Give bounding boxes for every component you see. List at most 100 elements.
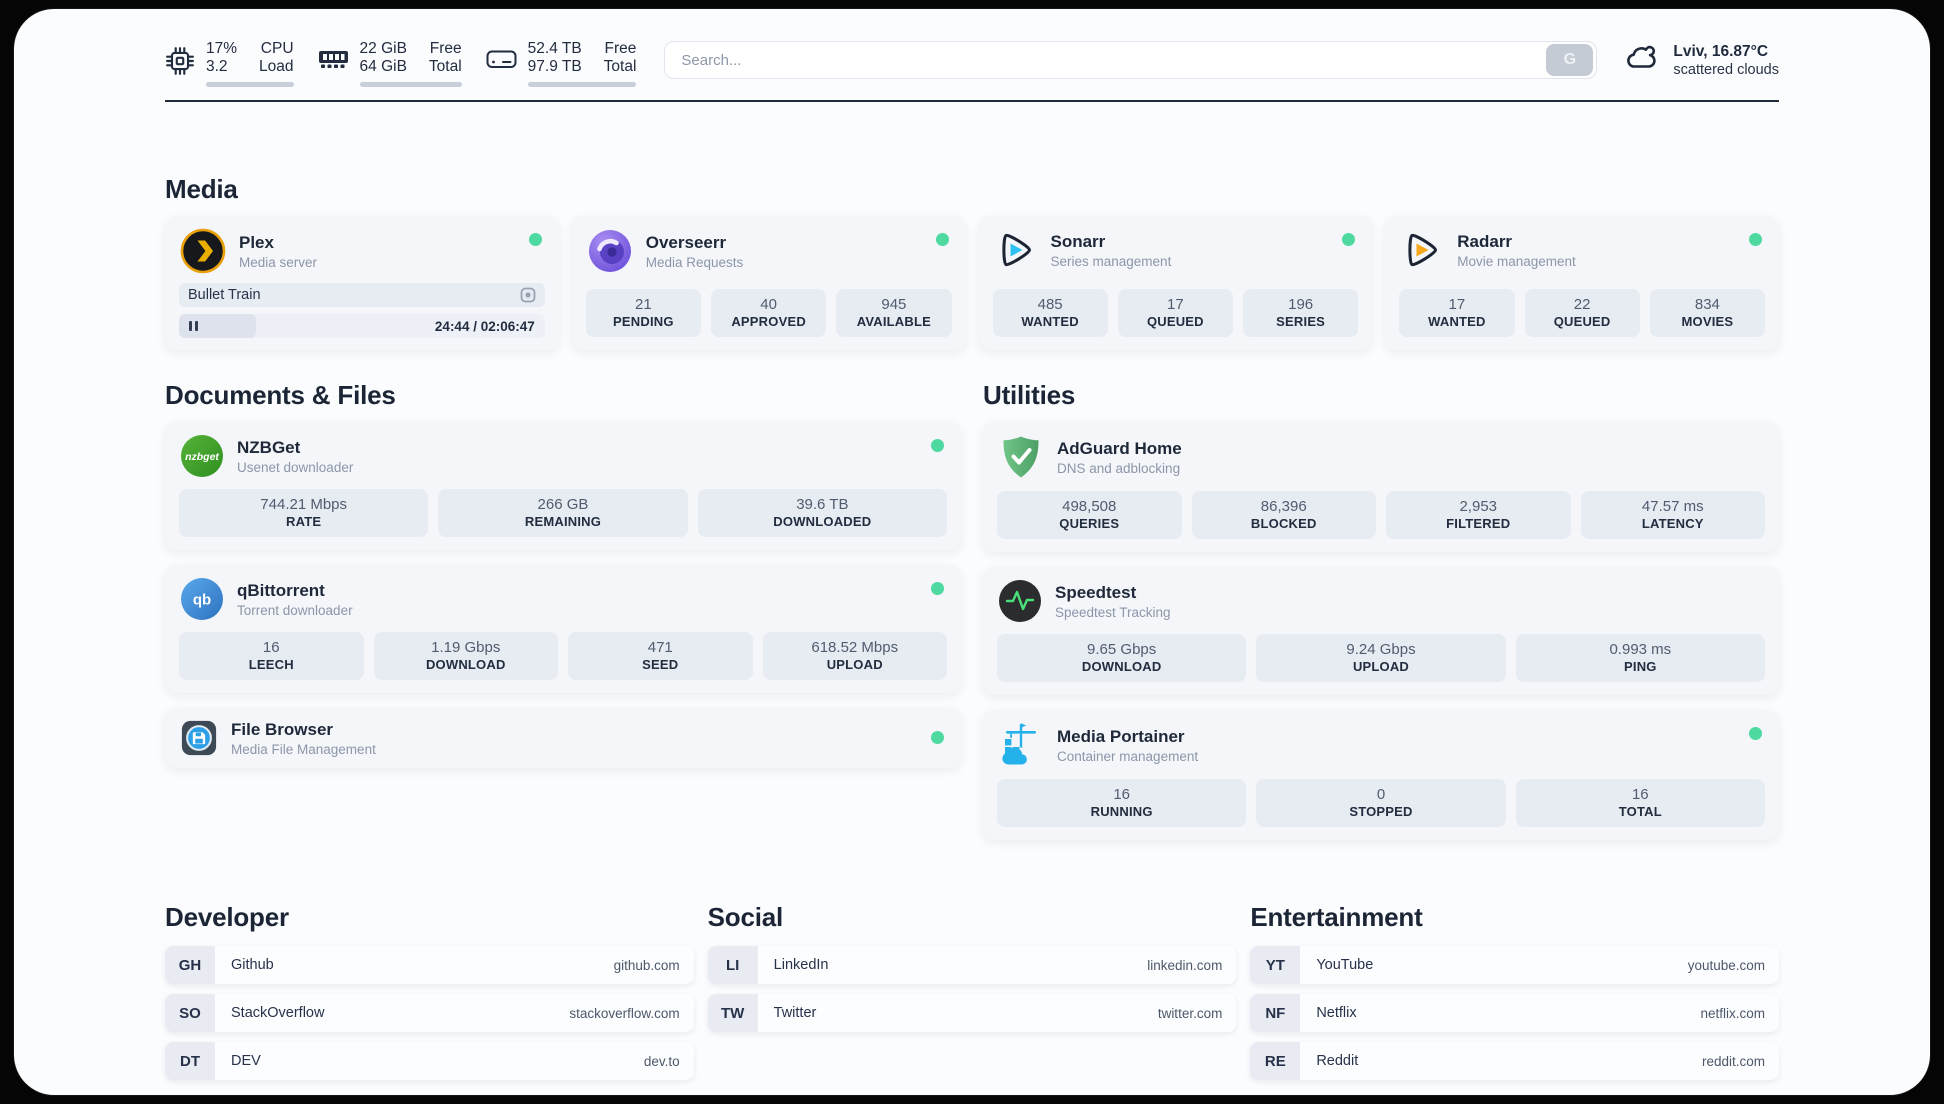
link-linkedin[interactable]: LI LinkedIn linkedin.com (707, 946, 1237, 984)
stat-movies: 834 MOVIES (1649, 289, 1765, 337)
media-card-grid: Plex Media server Bullet Train 24:44 / 0… (165, 216, 1779, 350)
google-search-button[interactable]: G (1546, 44, 1594, 76)
app-card-sonarr[interactable]: Sonarr Series management 485 WANTED 17 Q… (978, 216, 1373, 350)
status-dot (931, 731, 944, 744)
app-title: Speedtest (1055, 582, 1137, 602)
link-abbr: YT (1250, 946, 1301, 984)
search-input[interactable] (665, 51, 1547, 69)
app-subtitle: Media Requests (645, 254, 744, 270)
app-card-portainer[interactable]: Media Portainer Container management 16 … (983, 710, 1779, 840)
nzbget-icon: nzbget (180, 434, 224, 478)
stat-downloaded: 39.6 TB DOWNLOADED (697, 489, 947, 537)
stat-stopped: 0 STOPPED (1256, 779, 1506, 827)
radarr-icon (1400, 228, 1444, 272)
app-title: NZBGet (237, 437, 301, 457)
qbittorrent-icon: qb (180, 577, 224, 621)
app-subtitle: Torrent downloader (237, 602, 353, 618)
app-subtitle: Speedtest Tracking (1055, 604, 1171, 620)
link-abbr: GH (165, 946, 215, 984)
stat-wanted: 17 WANTED (1399, 289, 1515, 337)
app-card-overseerr[interactable]: Overseerr Media Requests 21 PENDING 40 A… (571, 216, 966, 350)
stat-series: 196 SERIES (1243, 289, 1359, 337)
app-card-plex[interactable]: Plex Media server Bullet Train 24:44 / 0… (165, 216, 559, 350)
weather-location-temp: Lviv, 16.87°C (1673, 43, 1769, 60)
app-subtitle: Series management (1050, 253, 1172, 269)
cpu-load-value: 3.2 (206, 58, 228, 75)
filebrowser-icon (180, 719, 218, 757)
app-card-radarr[interactable]: Radarr Movie management 17 WANTED 22 QUE… (1385, 216, 1779, 350)
link-github[interactable]: GH Github github.com (165, 946, 694, 984)
app-card-speedtest[interactable]: Speedtest Speedtest Tracking 9.65 Gbps D… (983, 567, 1779, 695)
app-card-qbittorrent[interactable]: qb qBittorrent Torrent downloader 16 LEE… (165, 565, 961, 693)
now-playing-row: Bullet Train (179, 283, 545, 307)
ram-total-label: Total (428, 58, 462, 75)
app-card-nzbget[interactable]: nzbget NZBGet Usenet downloader 744.21 M… (165, 422, 961, 550)
adguard-icon (998, 434, 1044, 480)
status-dot (935, 233, 949, 246)
status-dot (1749, 233, 1762, 246)
disk-widget: 52.4 TB Free 97.9 TB Total (486, 40, 637, 87)
ram-free-label: Free (429, 40, 462, 57)
link-abbr: RE (1250, 1042, 1301, 1080)
link-reddit[interactable]: RE Reddit reddit.com (1250, 1042, 1779, 1080)
speedtest-icon (998, 579, 1042, 623)
stat-queries: 498,508 QUERIES (997, 491, 1182, 539)
link-stackoverflow[interactable]: SO StackOverflow stackoverflow.com (165, 994, 694, 1032)
ram-total-value: 64 GiB (359, 58, 407, 75)
stat-blocked: 86,396 BLOCKED (1191, 491, 1376, 539)
cpu-usage-value: 17% (206, 40, 238, 57)
disk-icon (486, 46, 517, 87)
stat-download: 9.65 Gbps DOWNLOAD (997, 634, 1247, 682)
playback-progress-bar[interactable]: 24:44 / 02:06:47 (179, 314, 545, 338)
link-dev[interactable]: DT DEV dev.to (165, 1042, 694, 1080)
status-dot (1749, 727, 1762, 740)
pause-icon (189, 321, 198, 331)
app-card-adguard[interactable]: AdGuard Home DNS and adblocking 498,508 … (983, 422, 1779, 552)
link-abbr: SO (165, 994, 215, 1032)
status-dot (528, 233, 542, 246)
header-bar: 17% CPU 3.2 Load 22 GiB Free 64 GiB Tota… (165, 9, 1779, 87)
ram-progress-bar (359, 82, 462, 87)
stat-filtered: 2,953 FILTERED (1386, 491, 1571, 539)
section-title-utilities: Utilities (983, 380, 1076, 410)
plex-icon (180, 228, 226, 274)
header-divider (165, 100, 1779, 102)
cpu-usage-label: CPU (260, 40, 294, 57)
link-abbr: NF (1250, 994, 1301, 1032)
disk-total-value: 97.9 TB (527, 58, 582, 75)
app-subtitle: Usenet downloader (237, 459, 354, 475)
stat-queued: 22 QUEUED (1524, 289, 1640, 337)
stat-upload: 618.52 Mbps UPLOAD (762, 632, 947, 680)
stat-approved: 40 APPROVED (711, 289, 827, 337)
section-title-social: Social (707, 902, 784, 932)
link-abbr: DT (165, 1042, 215, 1080)
ram-free-value: 22 GiB (359, 40, 407, 57)
app-subtitle: DNS and adblocking (1057, 460, 1181, 476)
playback-time: 24:44 / 02:06:47 (434, 318, 535, 334)
disk-free-value: 52.4 TB (527, 40, 582, 57)
stat-total: 16 TOTAL (1515, 779, 1765, 827)
cpu-load-label: Load (259, 58, 294, 75)
link-twitter[interactable]: TW Twitter twitter.com (707, 994, 1237, 1032)
stat-rate: 744.21 Mbps RATE (179, 489, 429, 537)
cpu-progress-bar (206, 82, 294, 87)
overseerr-icon (587, 228, 633, 274)
disk-free-label: Free (604, 40, 637, 57)
app-title: File Browser (231, 719, 334, 739)
section-title-documents: Documents & Files (165, 380, 396, 410)
link-youtube[interactable]: YT YouTube youtube.com (1250, 946, 1779, 984)
dashboard-window: 17% CPU 3.2 Load 22 GiB Free 64 GiB Tota… (14, 9, 1930, 1095)
link-abbr: LI (707, 946, 758, 984)
link-netflix[interactable]: NF Netflix netflix.com (1250, 994, 1779, 1032)
ram-icon (318, 46, 349, 87)
app-title: Sonarr (1050, 231, 1106, 251)
app-subtitle: Container management (1057, 748, 1199, 764)
stat-upload: 9.24 Gbps UPLOAD (1256, 634, 1506, 682)
app-title: Media Portainer (1057, 726, 1185, 746)
app-title: Overseerr (645, 232, 727, 252)
now-playing-title: Bullet Train (188, 287, 261, 303)
stat-pending: 21 PENDING (585, 289, 701, 337)
app-title: qBittorrent (237, 580, 325, 600)
app-card-filebrowser[interactable]: File Browser Media File Management (165, 708, 961, 768)
portainer-icon (998, 722, 1044, 768)
